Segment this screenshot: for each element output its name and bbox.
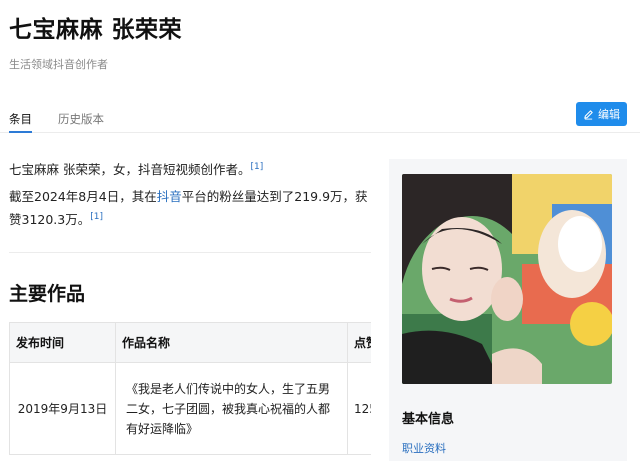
citation-ref[interactable]: [1] <box>90 212 103 222</box>
works-table: 发布时间 作品名称 点赞 2019年9月13日 《我是老人们传说中的女人，生了五… <box>9 322 371 461</box>
table-row: 2019年9月13日 《我是老人们传说中的女人，生了五男二女，七子团圆，被我真心… <box>9 362 371 455</box>
section-divider <box>9 252 371 253</box>
career-info-label[interactable]: 职业资料 <box>402 440 446 456</box>
table-cell-title: 《我是老人们传说中的女人，生了五男二女，七子团圆，被我真心祝福的人都有好运降临》 <box>115 362 348 455</box>
page-subtitle: 生活领域抖音创作者 <box>9 58 108 71</box>
tab-bar: 条目 历史版本 <box>0 100 640 133</box>
intro-paragraph-1: 七宝麻麻 张荣荣，女，抖音短视频创作者。[1] <box>9 159 263 178</box>
intro-text-2a: 截至2024年8月4日，其在 <box>9 189 157 204</box>
table-cell-date: 2019年9月13日 <box>9 362 116 455</box>
tab-entry[interactable]: 条目 <box>9 111 32 133</box>
column-header: 点赞 <box>347 322 371 363</box>
tab-history[interactable]: 历史版本 <box>58 111 104 127</box>
intro-paragraph-2: 截至2024年8月4日，其在抖音平台的粉丝量达到了219.9万，获赞3120.3… <box>9 187 374 230</box>
edit-button-label: 编辑 <box>598 108 620 121</box>
basic-info-heading: 基本信息 <box>402 412 455 427</box>
douyin-link[interactable]: 抖音 <box>157 189 182 204</box>
works-heading: 主要作品 <box>9 283 86 305</box>
citation-ref[interactable]: [1] <box>250 162 263 172</box>
intro-text-1: 七宝麻麻 张荣荣，女，抖音短视频创作者。 <box>9 162 251 177</box>
edit-button[interactable]: 编辑 <box>576 102 627 126</box>
table-cell-likes: 125 <box>347 362 371 455</box>
column-header: 发布时间 <box>9 322 116 363</box>
profile-photo-image <box>402 174 612 384</box>
table-header-row: 发布时间 作品名称 点赞 <box>9 322 371 363</box>
pencil-icon <box>584 109 593 120</box>
column-header: 作品名称 <box>115 322 348 363</box>
page-title: 七宝麻麻 张荣荣 <box>9 16 183 43</box>
profile-photo[interactable] <box>402 174 612 384</box>
info-sidebar: 基本信息 职业资料 <box>389 159 627 461</box>
